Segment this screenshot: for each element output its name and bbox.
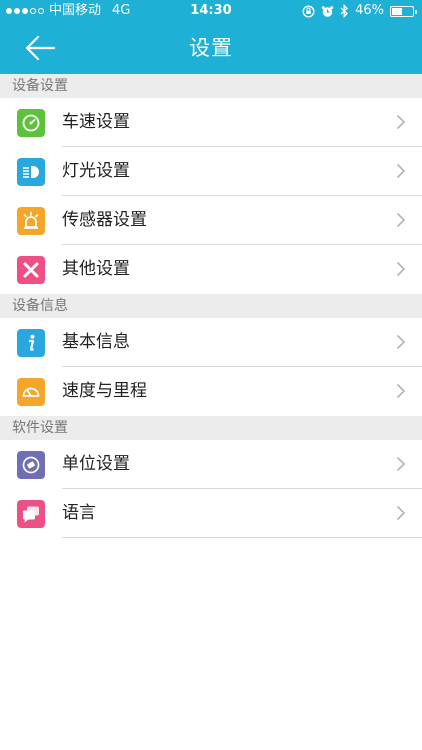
bluetooth-icon [340, 4, 349, 18]
speedometer-icon [22, 114, 40, 132]
icon-badge [17, 256, 45, 284]
setting-item-speed[interactable]: 车速设置 [0, 98, 422, 147]
icon-badge [17, 158, 45, 186]
setting-item-label: 单位设置 [62, 454, 130, 474]
setting-item-sensor[interactable]: 传感器设置 [0, 196, 422, 245]
icon-badge [17, 500, 45, 528]
setting-item-units[interactable]: 单位设置 [0, 440, 422, 489]
gauge-icon [22, 387, 40, 397]
icon-badge [17, 329, 45, 357]
chevron-right-icon [396, 261, 406, 277]
icon-badge [17, 378, 45, 406]
battery-level-fill [392, 7, 403, 15]
chevron-right-icon [396, 334, 406, 350]
chevron-right-icon [396, 383, 406, 399]
rotation-lock-icon [302, 4, 315, 18]
chevron-right-icon [396, 163, 406, 179]
setting-item-label: 灯光设置 [62, 161, 130, 181]
page-title: 设置 [189, 36, 233, 60]
chevron-right-icon [396, 114, 406, 130]
battery-icon [390, 5, 417, 17]
section-header-software-settings: 软件设置 [0, 416, 422, 440]
setting-item-label: 基本信息 [62, 332, 130, 352]
nav-bar: 设置 [0, 22, 422, 74]
setting-item-other[interactable]: 其他设置 [0, 245, 422, 294]
setting-item-label: 其他设置 [62, 259, 130, 279]
chevron-right-icon [396, 456, 406, 472]
setting-item-label: 速度与里程 [62, 381, 147, 401]
setting-item-language[interactable]: 语言 [0, 489, 422, 538]
setting-item-label: 车速设置 [62, 112, 130, 132]
setting-item-speed-mileage[interactable]: 速度与里程 [0, 367, 422, 416]
setting-item-label: 语言 [62, 503, 96, 523]
alarm-clock-icon [321, 5, 334, 17]
chevron-right-icon [396, 212, 406, 228]
divider [62, 537, 422, 538]
setting-item-basic-info[interactable]: 基本信息 [0, 318, 422, 367]
icon-badge [17, 207, 45, 235]
section-header-device-settings: 设备设置 [0, 74, 422, 98]
headlight-icon [23, 166, 39, 178]
setting-item-lights[interactable]: 灯光设置 [0, 147, 422, 196]
status-bar: 中国移动 4G 14:30 46% [0, 0, 422, 22]
setting-item-label: 传感器设置 [62, 210, 147, 230]
status-right: 46% [302, 0, 417, 22]
sensor-alarm-icon [23, 211, 39, 229]
chevron-right-icon [396, 505, 406, 521]
info-icon [29, 334, 35, 351]
tools-icon [23, 262, 39, 278]
unit-icon [22, 456, 40, 474]
icon-badge [17, 451, 45, 479]
chat-bubbles-icon [23, 506, 39, 523]
battery-percent: 46% [355, 3, 384, 18]
header: 中国移动 4G 14:30 46% 设置 [0, 0, 422, 74]
icon-badge [17, 109, 45, 137]
section-header-device-info: 设备信息 [0, 294, 422, 318]
